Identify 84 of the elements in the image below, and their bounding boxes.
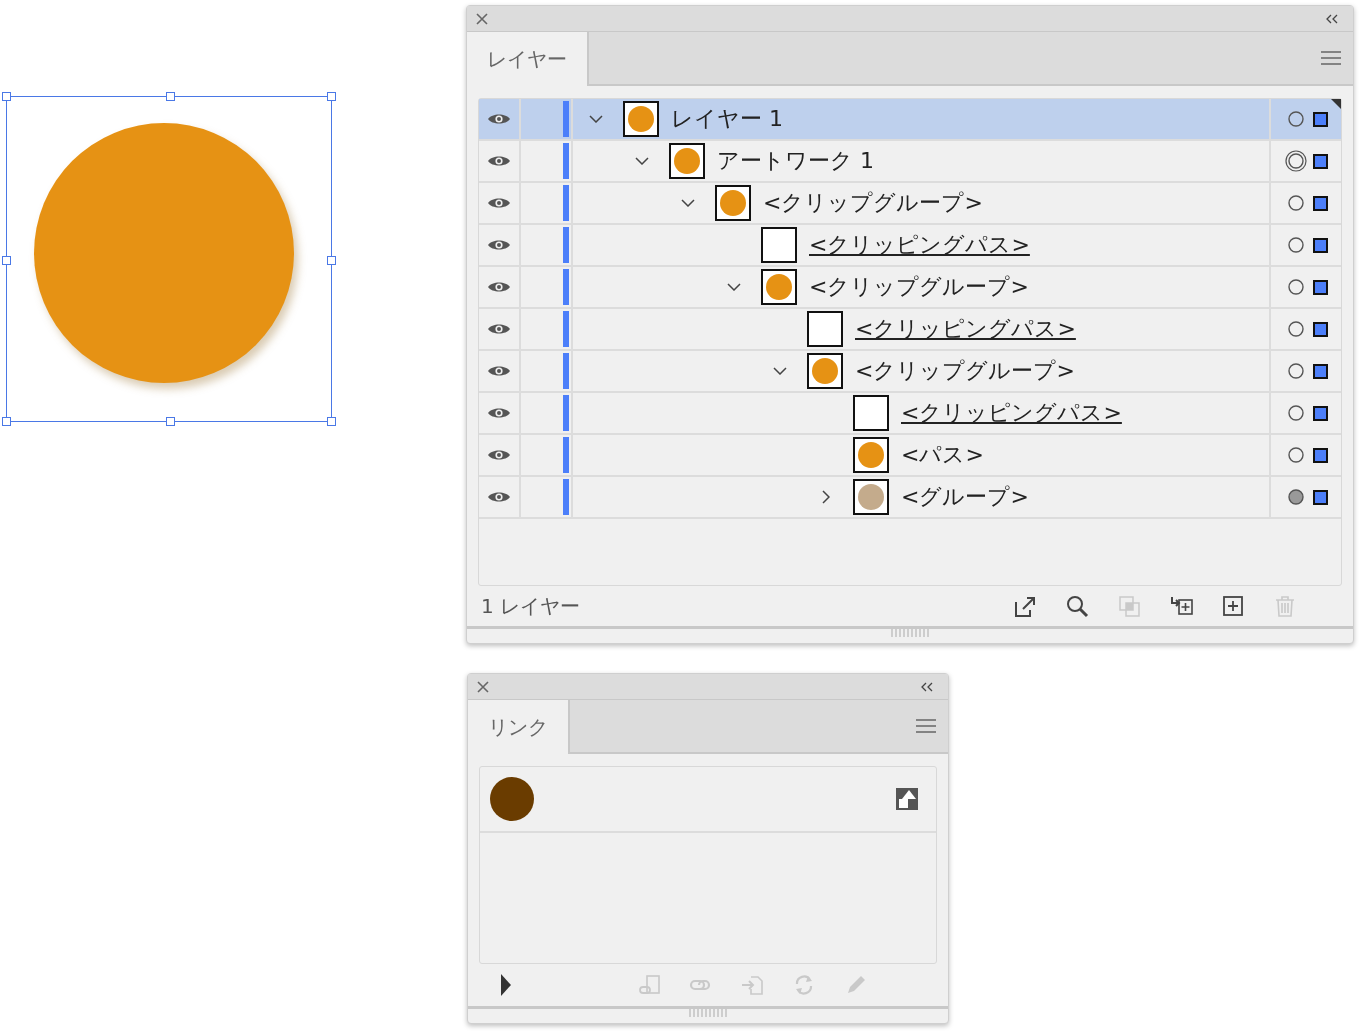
eye-icon[interactable] [487, 364, 511, 378]
close-icon[interactable] [477, 680, 489, 693]
open-in-window-icon[interactable] [1014, 594, 1037, 618]
selection-square-icon[interactable] [1312, 489, 1328, 505]
layer-thumbnail [807, 311, 843, 347]
selection-square-icon[interactable] [1312, 279, 1328, 295]
eye-icon[interactable] [487, 154, 511, 168]
layer-row[interactable]: <クリッピングパス> [479, 309, 1341, 351]
selection-square-icon[interactable] [1312, 195, 1328, 211]
layer-row[interactable]: <クリッピングパス> [479, 393, 1341, 435]
layer-row[interactable]: <クリップグループ> [479, 267, 1341, 309]
layer-color-bar [563, 143, 569, 179]
eye-icon[interactable] [487, 406, 511, 420]
resize-grip-icon[interactable] [890, 629, 930, 637]
layer-color-bar [563, 185, 569, 221]
layer-row[interactable]: <クリップグループ> [479, 183, 1341, 225]
selection-square-icon[interactable] [1312, 111, 1328, 127]
layer-name[interactable]: <パス> [901, 440, 984, 470]
layer-color-bar [563, 479, 569, 515]
eye-icon[interactable] [487, 490, 511, 504]
layer-row[interactable]: <パス> [479, 435, 1341, 477]
layer-row[interactable]: <グループ> [479, 477, 1341, 519]
resize-handle[interactable] [2, 417, 11, 426]
layer-color-bar [563, 353, 569, 389]
layer-color-bar [563, 311, 569, 347]
selection-square-icon[interactable] [1312, 405, 1328, 421]
layer-name[interactable]: アートワーク 1 [717, 146, 874, 176]
eye-icon[interactable] [487, 280, 511, 294]
arrow-into-box-icon[interactable] [1170, 594, 1193, 618]
layer-color-bar [563, 395, 569, 431]
menu-icon[interactable] [916, 719, 936, 733]
layer-name[interactable]: <クリップグループ> [763, 188, 983, 218]
layer-name[interactable]: <クリッピングパス> [901, 398, 1122, 428]
layer-name[interactable]: <クリップグループ> [855, 356, 1075, 386]
search-icon[interactable] [1066, 594, 1089, 618]
layer-name[interactable]: レイヤー 1 [671, 104, 783, 134]
resize-handle[interactable] [2, 256, 11, 265]
collapse-icon[interactable] [1325, 13, 1339, 24]
close-icon[interactable] [476, 12, 488, 25]
chevron-down-icon[interactable] [589, 115, 603, 123]
layer-thumbnail [761, 227, 797, 263]
layer-row[interactable]: アートワーク 1 [479, 141, 1341, 183]
resize-handle[interactable] [2, 92, 11, 101]
selected-corner-icon [1331, 99, 1341, 109]
layer-row[interactable]: <クリップグループ> [479, 351, 1341, 393]
layer-row[interactable]: レイヤー 1 [479, 99, 1341, 141]
resize-handle[interactable] [166, 417, 175, 426]
layer-count: 1 レイヤー [481, 592, 581, 620]
eye-icon[interactable] [487, 112, 511, 126]
selection-square-icon[interactable] [1312, 153, 1328, 169]
layer-row[interactable]: <クリッピングパス> [479, 225, 1341, 267]
collapse-icon[interactable] [920, 681, 934, 692]
layer-thumbnail [853, 395, 889, 431]
shapes-icon [896, 788, 918, 810]
eye-icon[interactable] [487, 238, 511, 252]
chevron-down-icon[interactable] [635, 157, 649, 165]
selection-square-icon[interactable] [1312, 447, 1328, 463]
layer-color-bar [563, 101, 569, 137]
layer-name[interactable]: <クリッピングパス> [855, 314, 1076, 344]
target-circle-icon[interactable] [1284, 150, 1307, 172]
menu-icon[interactable] [1321, 51, 1341, 65]
layer-name[interactable]: <クリップグループ> [809, 272, 1029, 302]
resize-handle[interactable] [327, 92, 336, 101]
layer-color-bar [563, 269, 569, 305]
resize-handle[interactable] [166, 92, 175, 101]
resize-handle[interactable] [327, 417, 336, 426]
resize-handle[interactable] [327, 256, 336, 265]
add-box-icon[interactable] [1222, 594, 1245, 618]
selection-square-icon[interactable] [1312, 363, 1328, 379]
chevron-right-icon[interactable] [822, 490, 830, 504]
eye-icon[interactable] [487, 322, 511, 336]
selection-square-icon[interactable] [1312, 321, 1328, 337]
eye-icon[interactable] [487, 448, 511, 462]
chevron-down-icon[interactable] [773, 367, 787, 375]
chevron-down-icon[interactable] [727, 283, 741, 291]
selection-square-icon[interactable] [1312, 237, 1328, 253]
play-triangle-icon[interactable] [500, 974, 512, 996]
layer-color-bar [563, 437, 569, 473]
resize-grip-icon[interactable] [688, 1009, 728, 1017]
layer-name[interactable]: <グループ> [901, 482, 1029, 512]
layer-name[interactable]: <クリッピングパス> [809, 230, 1030, 260]
eye-icon[interactable] [487, 196, 511, 210]
layer-color-bar [563, 227, 569, 263]
chevron-down-icon[interactable] [681, 199, 695, 207]
